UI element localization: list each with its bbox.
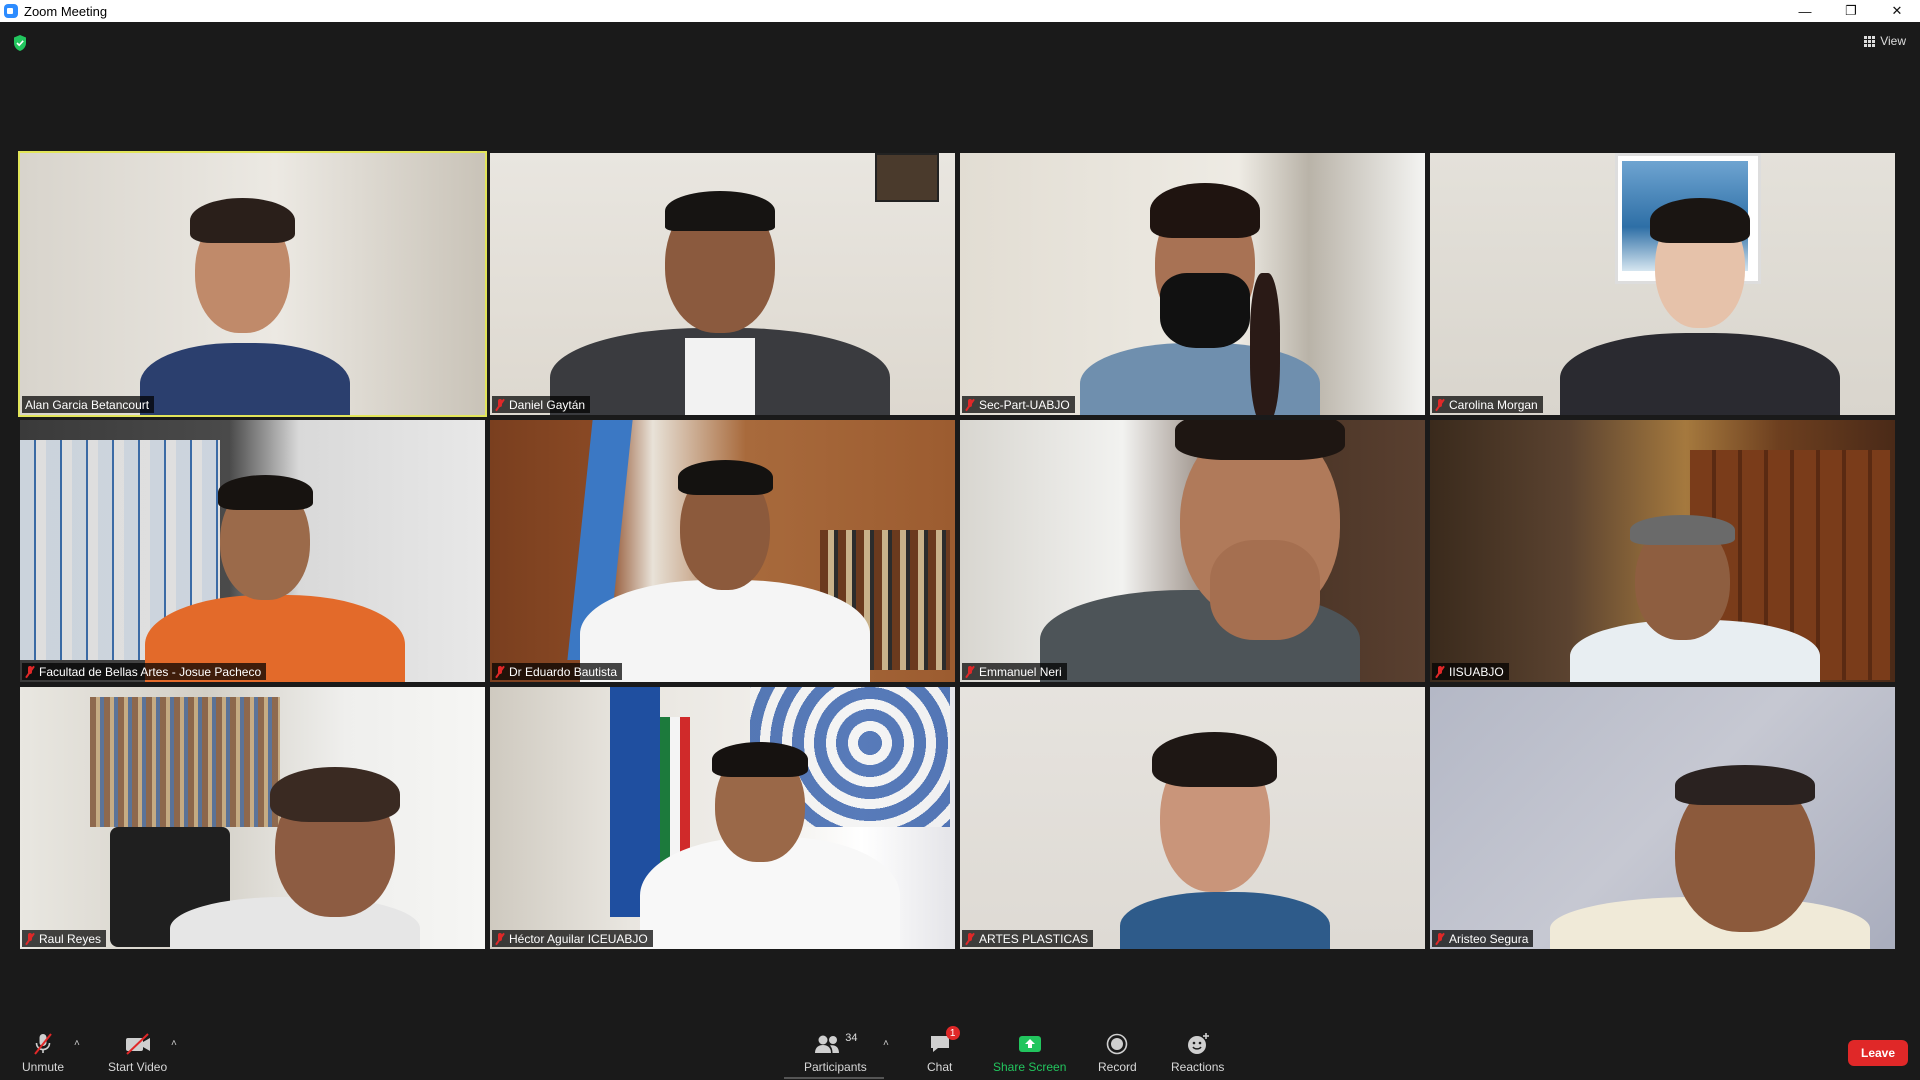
share-screen-icon xyxy=(1017,1032,1043,1056)
video-tile[interactable]: Héctor Aguilar ICEUABJO xyxy=(490,687,955,949)
record-label: Record xyxy=(1098,1060,1137,1074)
mic-off-icon xyxy=(965,398,975,411)
window-title-bar: Zoom Meeting — ❐ ✕ xyxy=(0,0,1920,22)
minimize-icon[interactable]: — xyxy=(1782,0,1828,22)
unmute-label: Unmute xyxy=(22,1060,65,1074)
mic-off-icon xyxy=(31,1032,55,1056)
grid-view-icon xyxy=(1864,35,1876,47)
record-button[interactable]: Record xyxy=(1098,1032,1137,1074)
chat-unread-badge: 1 xyxy=(945,1026,960,1040)
mic-off-icon xyxy=(965,665,975,678)
reactions-label: Reactions xyxy=(1171,1060,1225,1074)
video-tile[interactable]: Alan Garcia Betancourt xyxy=(18,151,487,417)
mic-off-icon xyxy=(965,932,975,945)
restore-icon[interactable]: ❐ xyxy=(1828,0,1874,22)
video-tile[interactable]: Daniel Gaytán xyxy=(490,153,955,415)
participant-name: Dr Eduardo Bautista xyxy=(509,664,618,679)
video-off-icon xyxy=(124,1032,152,1056)
mic-off-icon xyxy=(25,665,35,678)
participant-nameplate: Dr Eduardo Bautista xyxy=(492,663,623,680)
participant-name: Facultad de Bellas Artes - Josue Pacheco xyxy=(39,664,262,679)
reactions-button[interactable]: Reactions xyxy=(1171,1032,1224,1074)
participant-name: Emmanuel Neri xyxy=(979,664,1062,679)
participants-label: Participants xyxy=(804,1060,867,1074)
participant-nameplate: ARTES PLASTICAS xyxy=(962,930,1094,947)
participant-nameplate: Daniel Gaytán xyxy=(492,396,591,413)
view-button[interactable]: View xyxy=(1864,34,1906,48)
shield-check-icon[interactable] xyxy=(12,34,28,52)
mic-off-icon xyxy=(1435,398,1445,411)
participant-name: ARTES PLASTICAS xyxy=(979,931,1089,946)
window-controls: — ❐ ✕ xyxy=(1782,0,1920,22)
participant-name: Sec-Part-UABJO xyxy=(979,397,1070,412)
meeting-toolbar: Unmute ˄ Start Video ˄ 34 Participants ˄ xyxy=(0,1022,1920,1080)
share-screen-button[interactable]: Share Screen xyxy=(993,1032,1066,1074)
participant-nameplate: Alan Garcia Betancourt xyxy=(22,396,155,413)
participant-nameplate: Héctor Aguilar ICEUABJO xyxy=(492,930,653,947)
participants-icon: 34 xyxy=(813,1032,857,1056)
mic-off-icon xyxy=(495,665,505,678)
chat-button[interactable]: 1 Chat xyxy=(927,1026,960,1074)
video-tile[interactable]: Raul Reyes xyxy=(20,687,485,949)
video-tile[interactable]: Aristeo Segura xyxy=(1430,687,1895,949)
video-grid: Alan Garcia Betancourt Daniel Gaytán Sec… xyxy=(18,151,1900,951)
participant-name: IISUABJO xyxy=(1449,664,1504,679)
participants-count: 34 xyxy=(845,1032,858,1044)
participants-options-caret-icon[interactable]: ˄ xyxy=(883,1038,889,1049)
participant-name: Carolina Morgan xyxy=(1449,397,1538,412)
participant-nameplate: Facultad de Bellas Artes - Josue Pacheco xyxy=(22,663,267,680)
video-tile[interactable]: Sec-Part-UABJO xyxy=(960,153,1425,415)
video-options-caret-icon[interactable]: ˄ xyxy=(171,1038,177,1049)
participant-nameplate: IISUABJO xyxy=(1432,663,1509,680)
participant-nameplate: Raul Reyes xyxy=(22,930,107,947)
participant-name: Raul Reyes xyxy=(39,931,102,946)
unmute-button[interactable]: Unmute xyxy=(22,1032,64,1074)
video-tile[interactable]: Dr Eduardo Bautista xyxy=(490,420,955,682)
video-tile[interactable]: Carolina Morgan xyxy=(1430,153,1895,415)
participant-nameplate: Carolina Morgan xyxy=(1432,396,1543,413)
reactions-icon xyxy=(1185,1032,1211,1056)
mic-off-icon xyxy=(1435,665,1445,678)
close-icon[interactable]: ✕ xyxy=(1874,0,1920,22)
start-video-label: Start Video xyxy=(108,1060,168,1074)
chat-icon: 1 xyxy=(928,1026,960,1056)
share-screen-label: Share Screen xyxy=(993,1060,1067,1074)
video-tile[interactable]: Emmanuel Neri xyxy=(960,420,1425,682)
start-video-button[interactable]: Start Video xyxy=(108,1032,167,1074)
leave-button[interactable]: Leave xyxy=(1848,1040,1908,1066)
participant-name: Daniel Gaytán xyxy=(509,397,586,412)
record-icon xyxy=(1105,1032,1129,1056)
video-tile[interactable]: ARTES PLASTICAS xyxy=(960,687,1425,949)
zoom-app-icon xyxy=(4,4,18,18)
participant-nameplate: Sec-Part-UABJO xyxy=(962,396,1075,413)
mic-off-icon xyxy=(495,932,505,945)
participant-name: Aristeo Segura xyxy=(1449,931,1529,946)
participant-nameplate: Aristeo Segura xyxy=(1432,930,1534,947)
window-title: Zoom Meeting xyxy=(24,3,108,19)
audio-options-caret-icon[interactable]: ˄ xyxy=(74,1038,80,1049)
toolbar-active-indicator xyxy=(784,1077,884,1079)
participant-nameplate: Emmanuel Neri xyxy=(962,663,1067,680)
view-label: View xyxy=(1880,34,1906,48)
video-tile[interactable]: Facultad de Bellas Artes - Josue Pacheco xyxy=(20,420,485,682)
chat-label: Chat xyxy=(927,1060,953,1074)
participant-name: Alan Garcia Betancourt xyxy=(25,397,150,412)
video-tile[interactable]: IISUABJO xyxy=(1430,420,1895,682)
participant-name: Héctor Aguilar ICEUABJO xyxy=(509,931,648,946)
mic-off-icon xyxy=(1435,932,1445,945)
participants-button[interactable]: 34 Participants xyxy=(804,1032,867,1074)
mic-off-icon xyxy=(25,932,35,945)
mic-off-icon xyxy=(495,398,505,411)
